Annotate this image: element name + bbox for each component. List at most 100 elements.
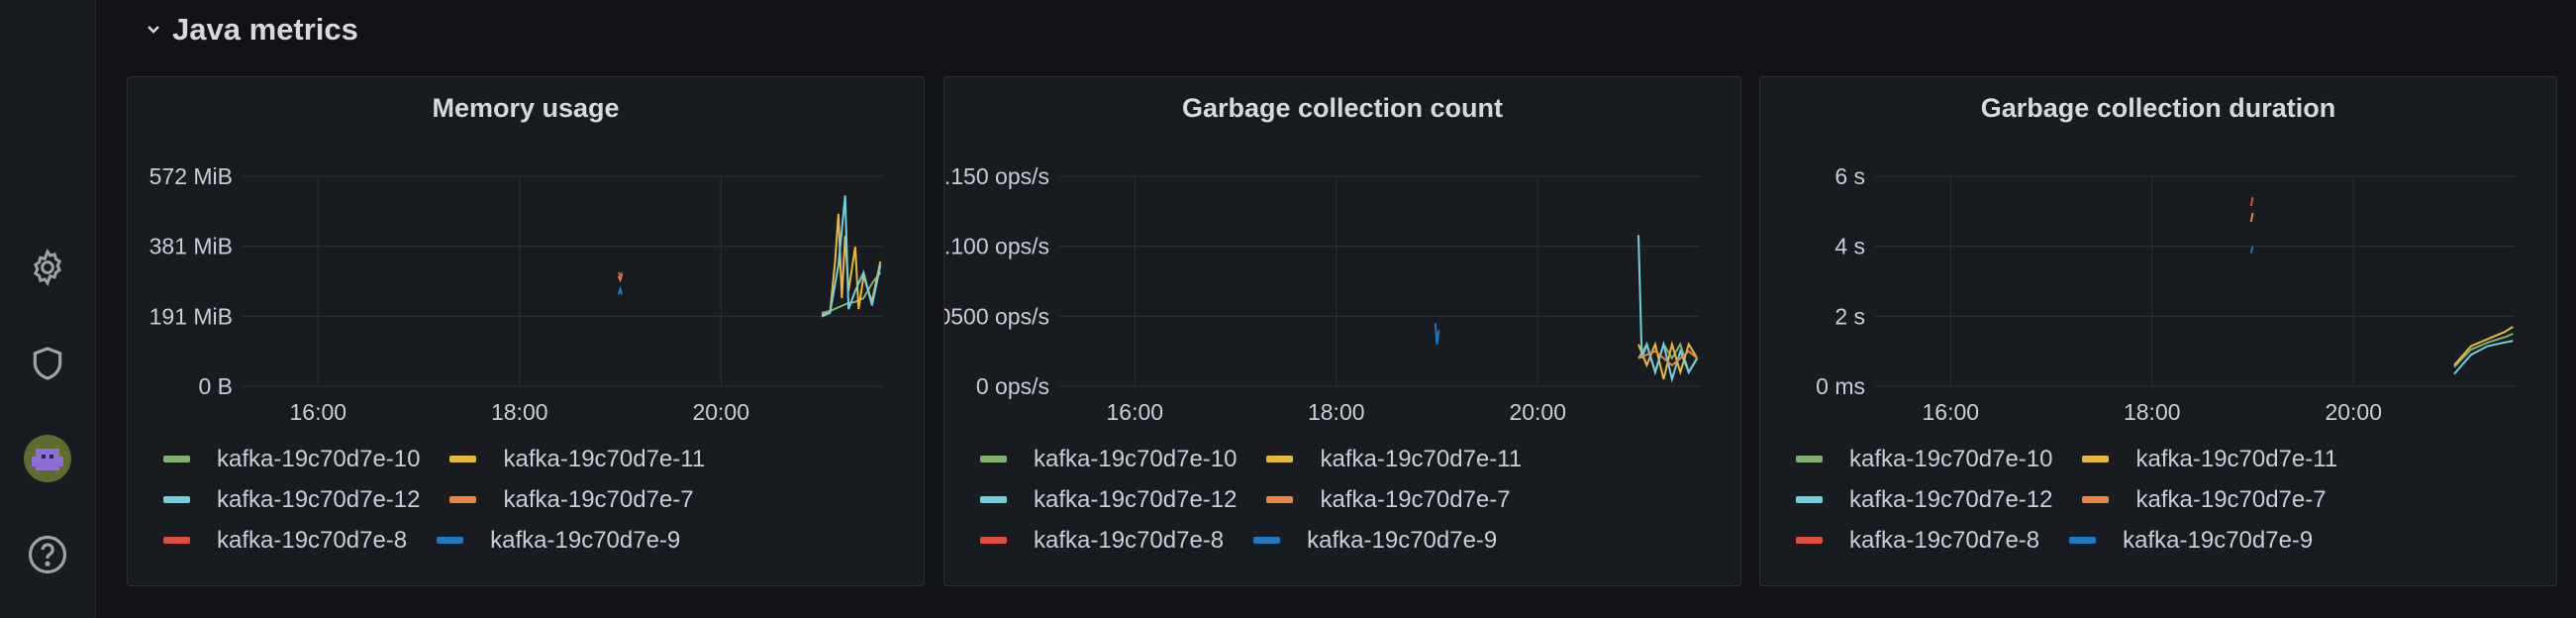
legend-label: kafka-19c70d7e-7: [1320, 485, 1511, 513]
shield-icon[interactable]: [18, 334, 77, 393]
y-tick-label: 381 MiB: [149, 234, 233, 259]
legend-label: kafka-19c70d7e-12: [217, 485, 421, 513]
legend-label: kafka-19c70d7e-7: [2135, 485, 2327, 513]
legend-label: kafka-19c70d7e-12: [1849, 485, 2053, 513]
legend-swatch: [1266, 456, 1294, 463]
gear-icon[interactable]: [18, 238, 77, 297]
y-tick-label: 0 ops/s: [976, 373, 1049, 399]
sidebar: [0, 0, 96, 618]
series-line-kafka-19c70d7e-9[interactable]: [1434, 323, 1440, 345]
y-tick-label: 0.0500 ops/s: [944, 303, 1049, 329]
legend-swatch: [449, 496, 477, 503]
legend-item[interactable]: kafka-19c70d7e-9: [2069, 527, 2313, 555]
legend-item[interactable]: kafka-19c70d7e-10: [980, 446, 1237, 473]
legend-label: kafka-19c70d7e-8: [1849, 526, 2040, 554]
legend-item[interactable]: kafka-19c70d7e-7: [1266, 485, 1511, 514]
legend: kafka-19c70d7e-10 kafka-19c70d7e-11 kafka-…: [1796, 439, 2548, 561]
series-line-kafka-19c70d7e-10[interactable]: [2453, 333, 2514, 368]
legend-label: kafka-19c70d7e-10: [217, 445, 421, 472]
row-title: Java metrics: [172, 12, 358, 47]
series-line-kafka-19c70d7e-12[interactable]: [1637, 235, 1699, 383]
y-tick-label: 0 B: [198, 373, 233, 399]
legend-swatch: [1796, 496, 1823, 503]
legend-item[interactable]: kafka-19c70d7e-12: [980, 486, 1237, 514]
series-line-kafka-19c70d7e-7[interactable]: [2249, 212, 2254, 223]
help-icon[interactable]: [18, 525, 77, 584]
legend-swatch: [2082, 496, 2110, 503]
legend-item[interactable]: kafka-19c70d7e-7: [449, 486, 694, 514]
legend-row: kafka-19c70d7e-12 kafka-19c70d7e-7: [163, 479, 916, 520]
x-tick-label: 20:00: [692, 399, 749, 425]
series-line-kafka-19c70d7e-8[interactable]: [617, 271, 624, 279]
legend-item[interactable]: kafka-19c70d7e-12: [1796, 486, 2052, 514]
x-tick-label: 16:00: [1107, 399, 1164, 425]
legend-row: kafka-19c70d7e-10 kafka-19c70d7e-11: [1796, 439, 2548, 479]
series-line-kafka-19c70d7e-8[interactable]: [2249, 197, 2254, 207]
legend-swatch: [2082, 456, 2110, 463]
y-tick-label: 2 s: [1834, 303, 1865, 329]
legend-swatch: [163, 456, 190, 463]
legend-row: kafka-19c70d7e-8 kafka-19c70d7e-9: [980, 520, 1733, 561]
legend-label: kafka-19c70d7e-8: [217, 526, 408, 554]
legend-label: kafka-19c70d7e-9: [490, 526, 681, 554]
legend-swatch: [2069, 537, 2097, 544]
series-line-kafka-19c70d7e-9[interactable]: [2249, 246, 2254, 254]
legend-swatch: [1796, 456, 1823, 463]
legend-swatch: [437, 537, 464, 544]
y-tick-label: 4 s: [1834, 234, 1865, 259]
legend-row: kafka-19c70d7e-10 kafka-19c70d7e-11: [980, 439, 1733, 479]
legend-row: kafka-19c70d7e-12 kafka-19c70d7e-7: [1796, 479, 2548, 520]
chart-gc-count[interactable]: 0.150 ops/s 0.100 ops/s 0.0500 ops/s 0 ops/…: [944, 77, 1742, 444]
legend-item[interactable]: kafka-19c70d7e-10: [1796, 446, 2052, 473]
chart-memory-usage[interactable]: 572 MiB 381 MiB 191 MiB 0 B 16:00 18:00 20:00: [128, 77, 926, 444]
legend-item[interactable]: kafka-19c70d7e-10: [163, 446, 420, 473]
legend-item[interactable]: kafka-19c70d7e-11: [1266, 446, 1522, 473]
x-tick-label: 20:00: [1509, 399, 1566, 425]
legend-swatch: [163, 496, 190, 503]
legend-swatch: [980, 456, 1007, 463]
legend-label: kafka-19c70d7e-12: [1034, 485, 1238, 513]
avatar[interactable]: [18, 429, 77, 488]
legend-item[interactable]: kafka-19c70d7e-9: [437, 527, 680, 555]
legend-item[interactable]: kafka-19c70d7e-7: [2082, 485, 2327, 514]
legend-item[interactable]: kafka-19c70d7e-8: [980, 527, 1224, 555]
row-header-java-metrics[interactable]: Java metrics: [145, 8, 358, 52]
legend-item[interactable]: kafka-19c70d7e-9: [1253, 527, 1497, 555]
legend-label: kafka-19c70d7e-9: [2123, 526, 2314, 554]
chevron-down-icon: [148, 26, 159, 34]
y-tick-label: 6 s: [1834, 163, 1865, 189]
y-tick-label: 191 MiB: [149, 303, 233, 329]
x-tick-label: 18:00: [491, 399, 548, 425]
legend-label: kafka-19c70d7e-10: [1034, 445, 1238, 472]
chart-gc-duration[interactable]: 6 s 4 s 2 s 0 ms 16:00 18:00 20:00: [1760, 77, 2558, 444]
panel-gc-duration[interactable]: Garbage collection duration 6 s4 s2 s0 m…: [1759, 76, 2557, 586]
legend-swatch: [1253, 537, 1281, 544]
series-line-kafka-19c70d7e-9[interactable]: [617, 285, 624, 295]
x-tick-label: 20:00: [2325, 399, 2382, 425]
legend-label: kafka-19c70d7e-11: [503, 445, 706, 472]
legend-swatch: [980, 496, 1007, 503]
x-tick-label: 16:00: [290, 399, 347, 425]
panel-gc-count[interactable]: Garbage collection count 0.150 ops/s0.10…: [943, 76, 1741, 586]
panel-memory-usage[interactable]: Memory usage 572 MiB 381 MiB 191 MiB 0 B 16:…: [127, 76, 925, 586]
legend-item[interactable]: kafka-19c70d7e-11: [449, 446, 705, 473]
legend-swatch: [449, 456, 477, 463]
x-tick-label: 18:00: [1308, 399, 1365, 425]
legend-label: kafka-19c70d7e-10: [1849, 445, 2053, 472]
x-tick-label: 18:00: [2124, 399, 2181, 425]
legend-swatch: [163, 537, 190, 544]
legend-item[interactable]: kafka-19c70d7e-12: [163, 486, 420, 514]
legend-row: kafka-19c70d7e-8 kafka-19c70d7e-9: [163, 520, 916, 561]
y-tick-label: 0.150 ops/s: [944, 163, 1049, 189]
series-line-kafka-19c70d7e-11[interactable]: [2453, 326, 2514, 366]
y-tick-label: 572 MiB: [149, 163, 233, 189]
legend-item[interactable]: kafka-19c70d7e-8: [1796, 527, 2039, 555]
legend-swatch: [980, 537, 1007, 544]
legend: kafka-19c70d7e-10 kafka-19c70d7e-11 kafka-…: [163, 439, 916, 561]
x-tick-label: 16:00: [1923, 399, 1980, 425]
legend-item[interactable]: kafka-19c70d7e-8: [163, 527, 407, 555]
legend-row: kafka-19c70d7e-12 kafka-19c70d7e-7: [980, 479, 1733, 520]
legend-item[interactable]: kafka-19c70d7e-11: [2082, 446, 2337, 473]
legend-label: kafka-19c70d7e-8: [1034, 526, 1225, 554]
legend-row: kafka-19c70d7e-10 kafka-19c70d7e-11: [163, 439, 916, 479]
